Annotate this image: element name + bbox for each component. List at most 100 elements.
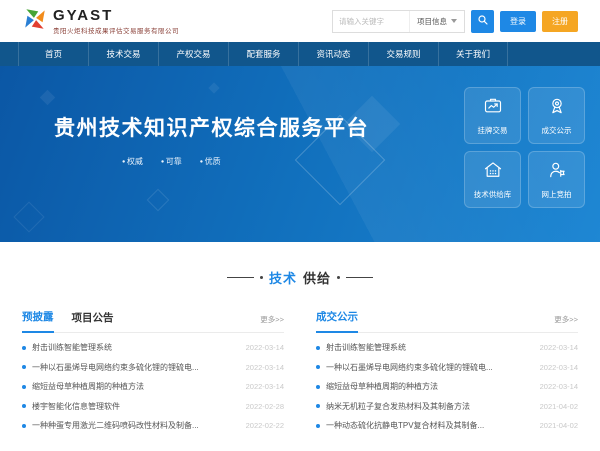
hero-quick-links: 挂牌交易 成交公示: [464, 87, 585, 208]
chevron-down-icon: [451, 19, 457, 23]
logo-acronym: GYAST: [53, 8, 179, 23]
bullet-dot: [316, 424, 320, 428]
pre-disclosure-list: 射击训练智能管理系统 2022-03-14 一种以石墨烯导电网络约束多硫化锂的锂…: [22, 338, 284, 436]
search-button[interactable]: [471, 10, 494, 33]
list-item[interactable]: 射击训练智能管理系统 2022-03-14: [22, 338, 284, 358]
diamond-decoration: [147, 189, 170, 212]
diamond-decoration: [13, 201, 44, 232]
section-title: 技术 供给: [0, 268, 600, 287]
bullet-dot: [316, 365, 320, 369]
item-date: 2022-03-14: [246, 363, 284, 372]
search-category-select[interactable]: 项目信息: [409, 11, 464, 32]
search-icon: [477, 14, 489, 29]
item-title[interactable]: 一种动态硫化抗静电TPV复合材料及其制备...: [326, 420, 534, 431]
item-date: 2022-03-14: [540, 363, 578, 372]
list-item[interactable]: 一种动态硫化抗静电TPV复合材料及其制备... 2021-04-02: [316, 416, 578, 436]
hero-banner: 贵州技术知识产权综合服务平台 权威 可靠 优质 挂牌交易: [0, 66, 600, 242]
list-item[interactable]: 一种以石墨烯导电网络约束多硫化锂的锂硫电... 2022-03-14: [316, 358, 578, 378]
card-label: 网上竞拍: [542, 189, 572, 200]
more-link[interactable]: 更多>>: [260, 314, 284, 332]
item-title[interactable]: 射击训练智能管理系统: [32, 342, 240, 353]
item-title[interactable]: 楼宇智能化信息管理软件: [32, 401, 240, 412]
item-date: 2021-04-02: [540, 402, 578, 411]
nav-item-support-services[interactable]: 配套服务: [228, 42, 298, 66]
item-date: 2022-03-14: [246, 343, 284, 352]
more-link[interactable]: 更多>>: [554, 314, 578, 332]
item-title[interactable]: 射击训练智能管理系统: [326, 342, 534, 353]
item-date: 2022-02-28: [246, 402, 284, 411]
item-title[interactable]: 缩短益母草种植周期的种植方法: [32, 381, 240, 392]
item-date: 2022-02-22: [246, 421, 284, 430]
list-item[interactable]: 一种种蛋专用激光二维码喷码改性材料及制备... 2022-02-22: [22, 416, 284, 436]
list-item[interactable]: 缩短益母草种植周期的种植方法 2022-03-14: [22, 377, 284, 397]
feature-item: 优质: [200, 156, 221, 167]
item-date: 2022-03-14: [540, 343, 578, 352]
nav-item-about-us[interactable]: 关于我们: [438, 42, 508, 66]
nav-item-tech-trade[interactable]: 技术交易: [88, 42, 158, 66]
item-title[interactable]: 一种种蛋专用激光二维码喷码改性材料及制备...: [32, 420, 240, 431]
section-title-rest: 供给: [303, 268, 331, 287]
bullet-dot: [316, 385, 320, 389]
search-category-value: 项目信息: [417, 16, 447, 27]
medal-icon: [547, 96, 567, 121]
nav-item-home[interactable]: 首页: [18, 42, 88, 66]
section-title-highlight: 技术: [269, 268, 297, 287]
auction-user-icon: [547, 160, 567, 185]
list-item[interactable]: 纳米无机粒子复合发热材料及其制备方法 2021-04-02: [316, 397, 578, 417]
login-button[interactable]: 登录: [500, 11, 536, 32]
title-line: [227, 277, 254, 278]
panel-header: 成交公示 更多>>: [316, 309, 578, 333]
nav-item-trade-rules[interactable]: 交易规则: [368, 42, 438, 66]
item-title[interactable]: 纳米无机粒子复合发热材料及其制备方法: [326, 401, 534, 412]
card-tech-supply[interactable]: 技术供给库: [464, 151, 521, 208]
register-button[interactable]: 注册: [542, 11, 578, 32]
deal-panel-title[interactable]: 成交公示: [316, 309, 358, 333]
card-deal-announcement[interactable]: 成交公示: [528, 87, 585, 144]
logo-pinwheel-icon: [22, 6, 48, 37]
item-title[interactable]: 一种以石墨烯导电网络约束多硫化锂的锂硫电...: [32, 362, 240, 373]
tab-project-notice[interactable]: 项目公告: [72, 310, 114, 332]
item-title[interactable]: 缩短益母草种植周期的种植方法: [326, 381, 534, 392]
diamond-decoration: [208, 82, 219, 93]
deal-announcement-panel: 成交公示 更多>> 射击训练智能管理系统 2022-03-14 一种以石墨烯导电…: [316, 309, 578, 436]
card-listing-trade[interactable]: 挂牌交易: [464, 87, 521, 144]
warehouse-icon: [483, 160, 503, 185]
list-item[interactable]: 一种以石墨烯导电网络约束多硫化锂的锂硫电... 2022-03-14: [22, 358, 284, 378]
item-title[interactable]: 一种以石墨烯导电网络约束多硫化锂的锂硫电...: [326, 362, 534, 373]
panel-header: 预披露 项目公告 更多>>: [22, 309, 284, 333]
item-date: 2021-04-02: [540, 421, 578, 430]
card-label: 成交公示: [542, 125, 572, 136]
bullet-dot: [22, 385, 26, 389]
list-item[interactable]: 楼宇智能化信息管理软件 2022-02-28: [22, 397, 284, 417]
listing-board-icon: [483, 96, 503, 121]
feature-item: 可靠: [161, 156, 182, 167]
list-item[interactable]: 射击训练智能管理系统 2022-03-14: [316, 338, 578, 358]
deal-announcement-list: 射击训练智能管理系统 2022-03-14 一种以石墨烯导电网络约束多硫化锂的锂…: [316, 338, 578, 436]
bullet-dot: [22, 404, 26, 408]
bullet-dot: [22, 424, 26, 428]
logo-link[interactable]: GYAST 贵阳火炬科技成果评估交易服务有限公司: [22, 6, 179, 37]
bullet-dot: [22, 346, 26, 350]
bullet-dot: [22, 365, 26, 369]
title-dot: [337, 276, 340, 279]
item-date: 2022-03-14: [540, 382, 578, 391]
title-dot: [260, 276, 263, 279]
card-online-auction[interactable]: 网上竞拍: [528, 151, 585, 208]
pre-disclosure-panel: 预披露 项目公告 更多>> 射击训练智能管理系统 2022-03-14 一种以石…: [22, 309, 284, 436]
hero-features: 权威 可靠 优质: [122, 156, 221, 167]
main-nav: 首页 技术交易 产权交易 配套服务 资讯动态 交易规则 关于我们: [0, 42, 600, 66]
nav-item-property-trade[interactable]: 产权交易: [158, 42, 228, 66]
nav-item-news[interactable]: 资讯动态: [298, 42, 368, 66]
tab-pre-disclosure[interactable]: 预披露: [22, 309, 54, 333]
hero-title: 贵州技术知识产权综合服务平台: [54, 112, 369, 142]
diamond-decoration: [40, 90, 56, 106]
title-line: [346, 277, 373, 278]
card-label: 技术供给库: [474, 189, 512, 200]
feature-item: 权威: [122, 156, 143, 167]
list-item[interactable]: 缩短益母草种植周期的种植方法 2022-03-14: [316, 377, 578, 397]
bullet-dot: [316, 346, 320, 350]
bullet-dot: [316, 404, 320, 408]
logo-company-name: 贵阳火炬科技成果评估交易服务有限公司: [53, 25, 179, 35]
search-input[interactable]: [333, 17, 409, 26]
item-date: 2022-03-14: [246, 382, 284, 391]
